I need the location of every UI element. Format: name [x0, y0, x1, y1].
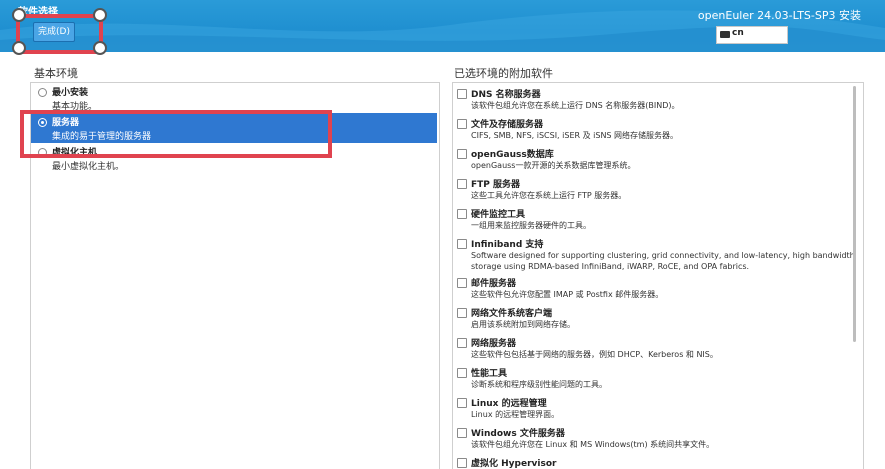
- highlight-box-server: [20, 110, 332, 158]
- checkbox[interactable]: [457, 458, 467, 468]
- addon-name: 虚拟化 Hypervisor: [471, 459, 557, 469]
- environment-name: 最小安装: [52, 88, 89, 98]
- checkbox[interactable]: [457, 239, 467, 249]
- addon-desc: 启用该系统附加到网络存储。: [471, 320, 575, 329]
- addon-desc: Software designed for supporting cluster…: [471, 251, 855, 271]
- addon-list-scrollbar[interactable]: [853, 86, 856, 342]
- addon-name: DNS 名称服务器: [471, 90, 541, 100]
- checkbox[interactable]: [457, 89, 467, 99]
- addon-name: 性能工具: [471, 369, 508, 379]
- checkbox[interactable]: [457, 149, 467, 159]
- addon-desc: 这些工具允许您在系统上运行 FTP 服务器。: [471, 191, 627, 200]
- addon-desc: 这些软件包包括基于网络的服务器，例如 DHCP、Kerberos 和 NIS。: [471, 350, 718, 359]
- checkbox[interactable]: [457, 119, 467, 129]
- checkbox[interactable]: [457, 278, 467, 288]
- addon-name: Windows 文件服务器: [471, 429, 565, 439]
- checkbox[interactable]: [457, 368, 467, 378]
- keyboard-icon: [720, 31, 730, 38]
- addon-name: openGauss数据库: [471, 150, 554, 160]
- environment-desc: 最小虚拟化主机。: [52, 162, 125, 172]
- addon-desc: 这些软件包允许您配置 IMAP 或 Postfix 邮件服务器。: [471, 290, 664, 299]
- addon-desc: 该软件包组允许您在系统上运行 DNS 名称服务器(BIND)。: [471, 101, 680, 110]
- checkbox[interactable]: [457, 308, 467, 318]
- annotation-handle: [12, 8, 26, 22]
- addon-desc: openGauss一款开源的关系数据库管理系统。: [471, 161, 636, 170]
- checkbox[interactable]: [457, 398, 467, 408]
- keyboard-layout-indicator[interactable]: cn: [716, 26, 788, 44]
- annotation-handle: [93, 8, 107, 22]
- addon-name: 硬件监控工具: [471, 210, 526, 220]
- annotation-handle: [93, 41, 107, 55]
- checkbox[interactable]: [457, 209, 467, 219]
- checkbox[interactable]: [457, 338, 467, 348]
- keyboard-layout-label: cn: [732, 28, 744, 38]
- addon-name: 邮件服务器: [471, 279, 517, 289]
- addon-desc: Linux 的远程管理界面。: [471, 410, 560, 419]
- annotation-handle: [12, 41, 26, 55]
- environment-item-minimal[interactable]: 最小安装 基本功能。: [31, 83, 437, 113]
- checkbox[interactable]: [457, 179, 467, 189]
- addon-name: FTP 服务器: [471, 180, 521, 190]
- addon-desc: 诊断系统和程序级别性能问题的工具。: [471, 380, 607, 389]
- base-environment-heading: 基本环境: [34, 67, 78, 80]
- addon-desc: CIFS, SMB, NFS, iSCSI, iSER 及 iSNS 网络存储服…: [471, 131, 679, 140]
- addon-name: 文件及存储服务器: [471, 120, 544, 130]
- addon-name: 网络文件系统客户端: [471, 309, 553, 319]
- addons-heading: 已选环境的附加软件: [454, 67, 553, 80]
- header-bar: 软件选择 完成(D) openEuler 24.03-LTS-SP3 安装 cn: [0, 0, 885, 52]
- radio-button[interactable]: [38, 88, 47, 97]
- addon-name: Infiniband 支持: [471, 240, 544, 250]
- addon-name: Linux 的远程管理: [471, 399, 547, 409]
- addon-list: DNS 名称服务器 该软件包组允许您在系统上运行 DNS 名称服务器(BIND)…: [452, 82, 864, 469]
- highlight-box-done: [16, 14, 103, 54]
- addon-name: 网络服务器: [471, 339, 517, 349]
- addon-desc: 该软件包组允许您在 Linux 和 MS Windows(tm) 系统间共享文件…: [471, 440, 715, 449]
- install-title: openEuler 24.03-LTS-SP3 安装: [697, 9, 861, 22]
- addon-desc: 一组用来监控服务器硬件的工具。: [471, 221, 591, 230]
- checkbox[interactable]: [457, 428, 467, 438]
